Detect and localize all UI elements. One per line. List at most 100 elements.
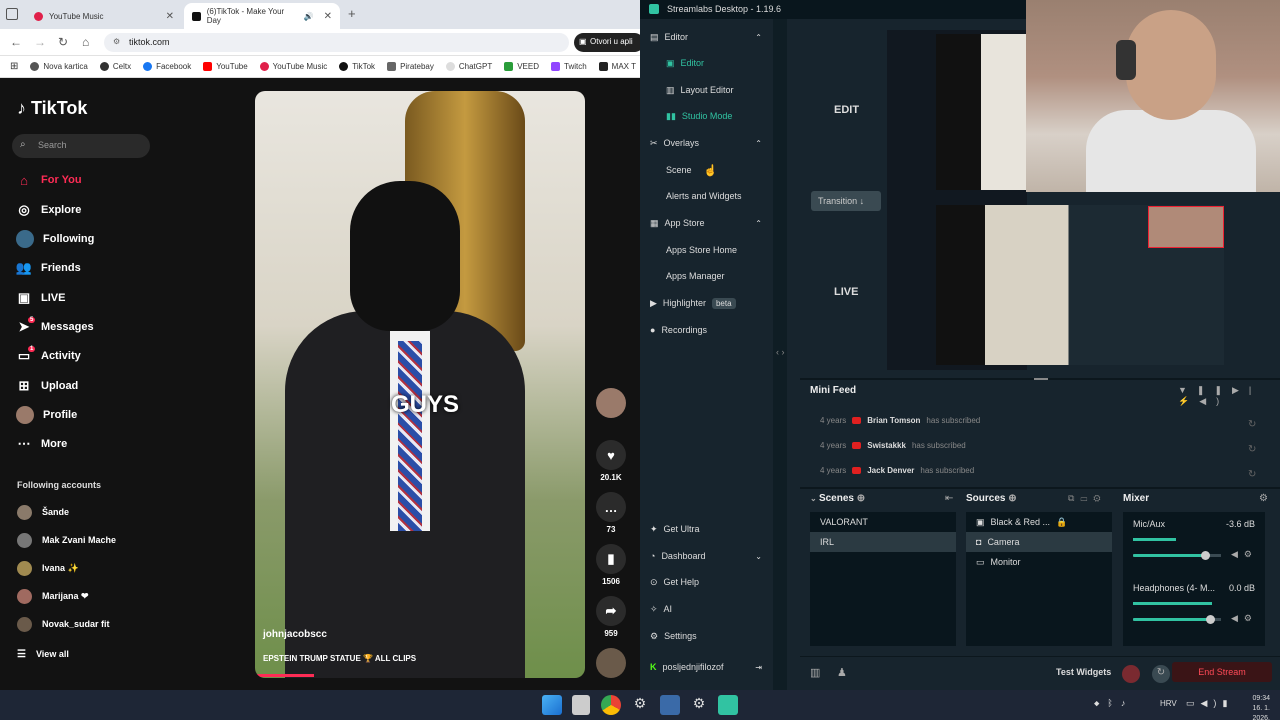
open-in-app-button[interactable]: ▣ Otvori u apli <box>574 33 644 52</box>
pause-icon[interactable]: ❚❚ <box>1197 385 1232 395</box>
chrome-icon[interactable] <box>601 695 621 715</box>
close-icon[interactable]: ✕ <box>324 11 332 22</box>
scene-item[interactable]: VALORANT <box>810 512 956 532</box>
editor-section[interactable]: ▤ Editor ⌃ <box>650 27 762 47</box>
settings-gear-icon[interactable]: ⚙ <box>630 695 650 715</box>
record-button[interactable] <box>1122 665 1140 683</box>
nav-editor[interactable]: ▣ Editor <box>666 53 778 73</box>
nav-settings[interactable]: ⚙ Settings <box>650 626 762 646</box>
apps-grid-icon[interactable]: ⊞ <box>10 61 18 72</box>
like-button[interactable]: ♥ 20.1K <box>594 440 628 482</box>
nav-recordings[interactable]: ● Recordings <box>650 320 762 340</box>
copy-icon[interactable]: ⧉ <box>1068 493 1080 503</box>
edit-preview[interactable] <box>936 34 1026 190</box>
nav-ai[interactable]: ✧ AI <box>650 599 762 619</box>
share-button[interactable]: ➦ 959 <box>594 596 628 638</box>
bookmark[interactable]: Piratebay <box>387 62 434 71</box>
account-item[interactable]: Šande <box>17 501 69 523</box>
language-indicator[interactable]: HRV <box>1160 699 1177 708</box>
bookmark[interactable]: YouTube Music <box>259 62 327 71</box>
nav-messages[interactable]: ➤ 5 Messages <box>16 316 94 338</box>
filter-icon[interactable]: ▼ <box>1178 385 1197 395</box>
bookmark[interactable]: YouTube <box>203 62 248 71</box>
view-all-link[interactable]: ☰ View all <box>17 643 69 665</box>
nav-activity[interactable]: ▭ 1 Activity <box>16 345 81 367</box>
volume-slider-handle[interactable] <box>1206 615 1215 624</box>
gear-icon[interactable]: ⚙ <box>1259 493 1268 504</box>
bookmark[interactable]: VEED <box>504 62 539 71</box>
bookmark[interactable]: Twitch <box>551 62 587 71</box>
start-windows-icon[interactable] <box>542 695 562 715</box>
account-item[interactable]: Marijana ❤ <box>17 585 89 607</box>
resize-handle[interactable] <box>1034 378 1048 380</box>
app-store-section[interactable]: ▦ App Store ⌃ <box>650 213 762 233</box>
logout-icon[interactable]: ⇥ <box>755 663 762 672</box>
bookmark[interactable]: MAX T <box>598 62 636 71</box>
nav-apps-store-home[interactable]: Apps Store Home <box>666 240 778 260</box>
battery-icon[interactable]: ▮ <box>1222 698 1233 708</box>
tab-tiktok[interactable]: (6)TikTok - Make Your Day 🔊 ✕ <box>184 3 340 29</box>
speaker-icon[interactable]: 🔊 <box>304 12 314 21</box>
add-source-icon[interactable]: ⊕ <box>1008 493 1016 504</box>
volume-slider-handle[interactable] <box>1201 551 1210 560</box>
save-button[interactable]: ▮ 1506 <box>594 544 628 586</box>
nav-scene[interactable]: Scene ☝ <box>666 160 778 180</box>
new-tab-button[interactable]: + <box>348 6 356 21</box>
bookmark[interactable]: ChatGPT <box>445 62 492 71</box>
site-info-icon[interactable]: ⚙ <box>113 37 120 46</box>
nav-layout-editor[interactable]: ▥ Layout Editor <box>666 80 778 100</box>
search-input[interactable]: ⌕ Search <box>12 134 150 158</box>
clock[interactable]: 09:34 16. 1. 2026. <box>1240 694 1270 720</box>
bookmark[interactable]: Facebook <box>143 62 191 71</box>
nav-highlighter[interactable]: ▶ Highlighter beta <box>650 293 762 313</box>
nav-more[interactable]: ⋯ More <box>16 433 68 455</box>
volume-icon[interactable]: ◀) <box>1201 698 1223 708</box>
nav-get-help[interactable]: ⊙ Get Help <box>650 572 762 592</box>
mute-alerts-icon[interactable]: ⚡ <box>1178 396 1199 406</box>
app-gear-icon[interactable]: ⚙ <box>689 695 709 715</box>
nav-alerts-widgets[interactable]: Alerts and Widgets <box>666 186 778 206</box>
overlays-section[interactable]: ✂ Overlays ⌃ <box>650 133 762 153</box>
replay-buffer-button[interactable]: ↻ <box>1152 665 1170 683</box>
nav-studio-mode[interactable]: ▮▮ Studio Mode <box>666 106 778 126</box>
end-stream-button[interactable]: End Stream <box>1172 662 1272 682</box>
nav-explore[interactable]: ◎ Explore <box>16 199 81 221</box>
account-item[interactable]: Ivana ✨ <box>17 557 79 579</box>
video-author[interactable]: johnjacobscc <box>263 629 327 640</box>
notifications-icon[interactable]: ♟ <box>837 666 847 679</box>
account-item[interactable]: Novak_sudar fit <box>17 613 110 635</box>
scene-item[interactable]: IRL <box>810 532 956 552</box>
nav-apps-manager[interactable]: Apps Manager <box>666 266 778 286</box>
bookmark[interactable]: Celtx <box>99 62 131 71</box>
creator-avatar[interactable] <box>594 388 628 421</box>
forward-icon[interactable]: → <box>34 35 46 49</box>
performance-icon[interactable]: ▥ <box>810 666 820 679</box>
nav-upload[interactable]: ⊞ Upload <box>16 375 79 397</box>
speaker-icon[interactable]: ◀ <box>1231 549 1244 559</box>
video-player[interactable]: GUYS johnjacobscc EPSTEIN TRUMP STATUE 🏆… <box>255 91 585 678</box>
speaker-icon[interactable]: ◀ <box>1231 613 1244 623</box>
bookmark[interactable]: Nova kartica <box>30 62 88 71</box>
tray-app-icon[interactable]: ◆ <box>1094 698 1107 708</box>
tiktok-logo[interactable]: ♪ TikTok <box>17 98 87 119</box>
file-explorer-icon[interactable] <box>572 695 590 715</box>
bluetooth-icon[interactable]: ᛒ <box>1107 698 1120 708</box>
home-button-icon[interactable]: ⌂ <box>82 35 89 49</box>
properties-icon[interactable]: ⚙ <box>1093 493 1106 503</box>
mic-icon[interactable]: ♪ <box>1121 698 1134 708</box>
source-item[interactable]: ▭ Monitor <box>966 552 1112 572</box>
source-item[interactable]: ◘ Camera <box>966 532 1112 552</box>
tab-search-icon[interactable] <box>6 8 18 20</box>
gear-icon[interactable]: ⚙ <box>1244 549 1258 559</box>
test-widgets-button[interactable]: Test Widgets <box>1056 667 1111 677</box>
source-item[interactable]: ▣ Black & Red ... 🔒 <box>966 512 1112 532</box>
comment-button[interactable]: … 73 <box>594 492 628 534</box>
lock-icon[interactable]: 🔒 <box>1056 517 1067 528</box>
account-item[interactable]: Mak Zvani Mache <box>17 529 116 551</box>
reload-icon[interactable]: ↻ <box>58 35 68 49</box>
folder-icon[interactable]: ▭ <box>1080 493 1093 503</box>
nav-dashboard[interactable]: ◔ Dashboard ⌄ <box>650 546 762 566</box>
skip-icon[interactable]: ▶| <box>1232 385 1261 395</box>
nav-live[interactable]: ▣ LIVE <box>16 287 66 309</box>
nav-following[interactable]: Following <box>16 228 94 250</box>
